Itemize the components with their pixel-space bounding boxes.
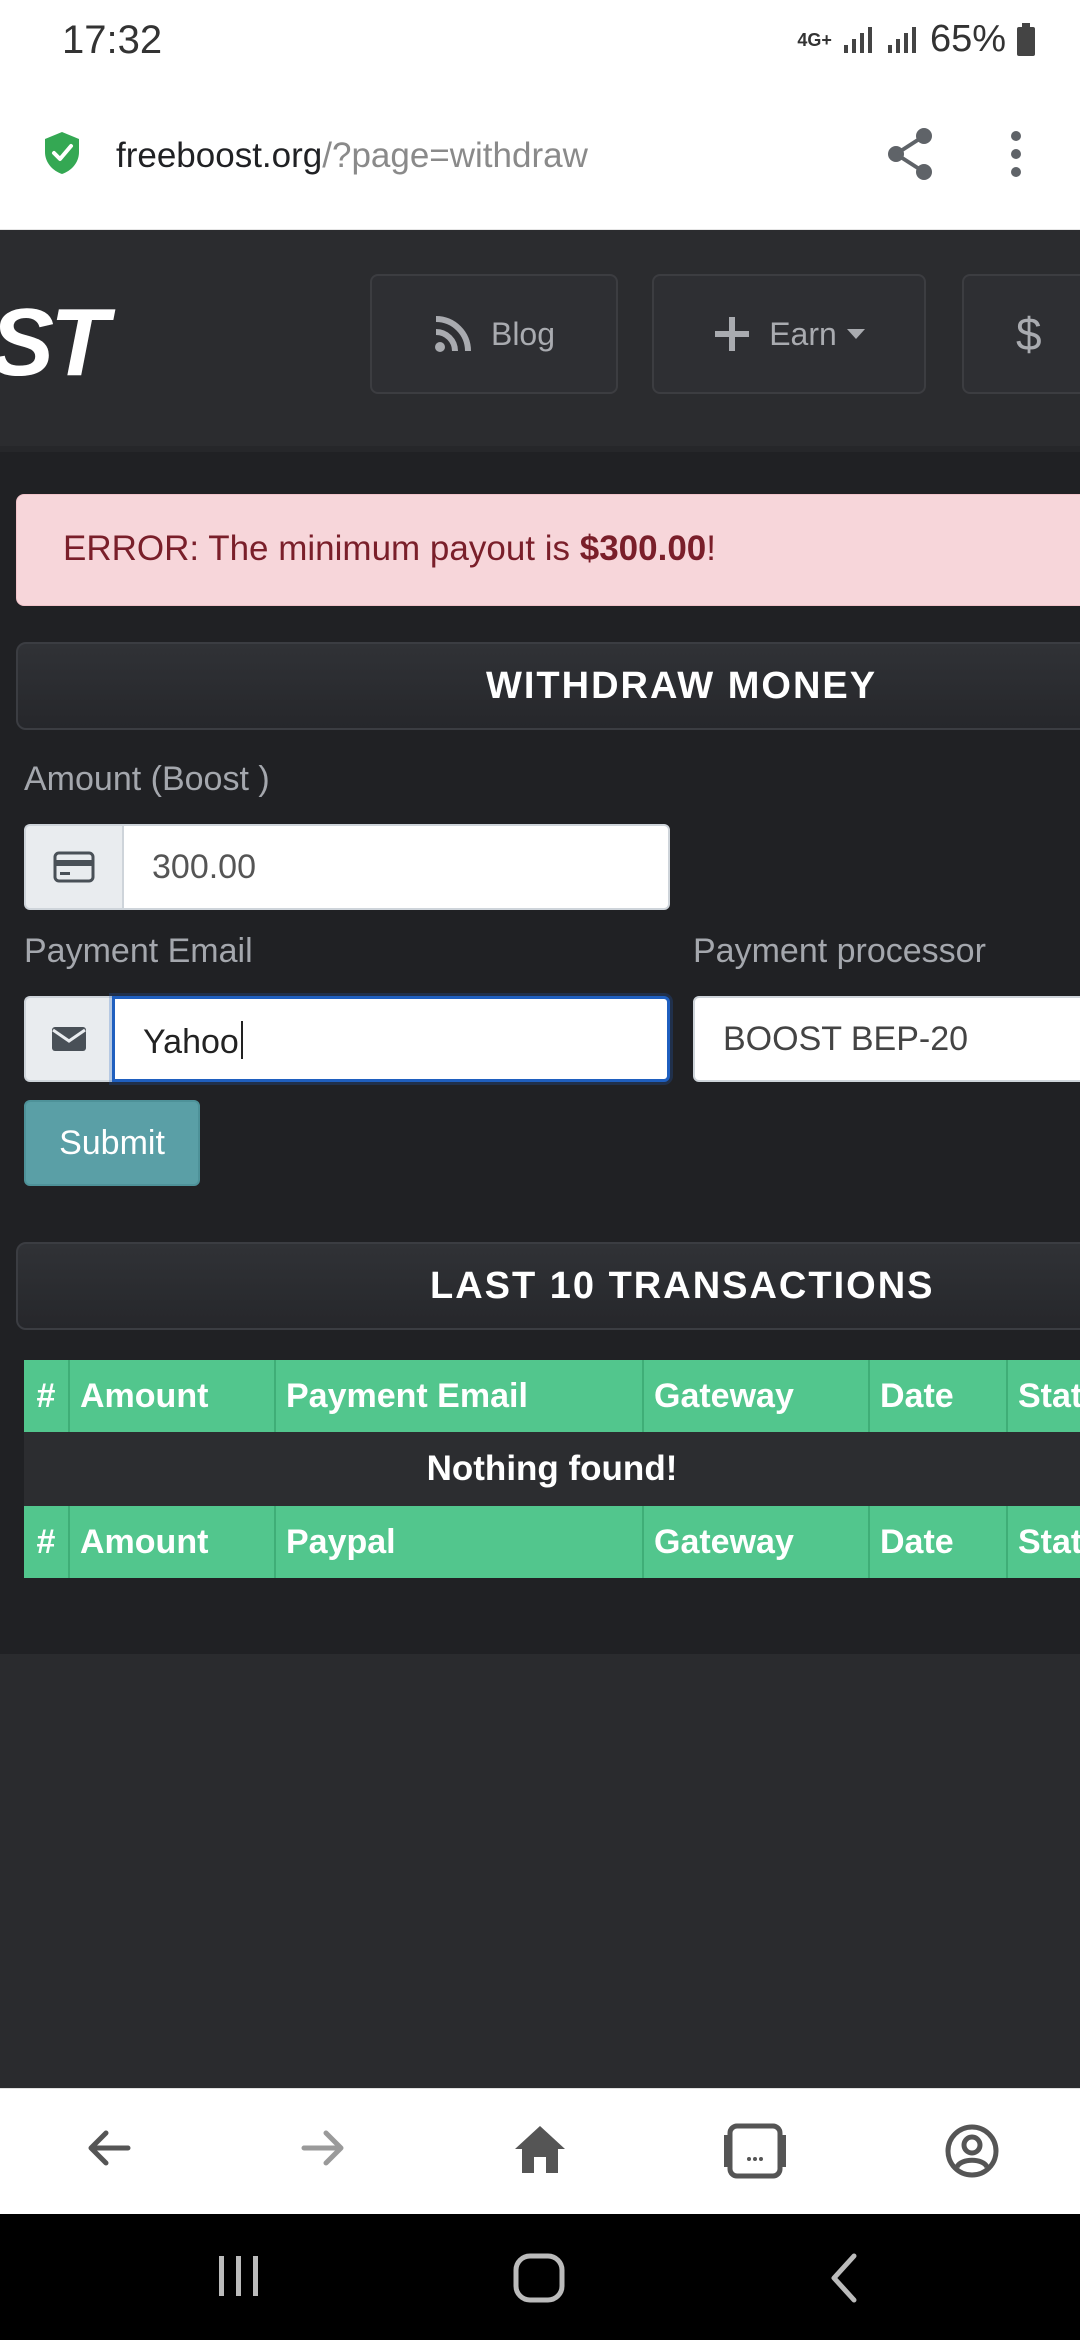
- caret-down-icon: [846, 329, 865, 339]
- tabs-icon[interactable]: [722, 2123, 788, 2179]
- system-nav-bar: [0, 2214, 1080, 2340]
- col-footer-paypal: Paypal: [276, 1506, 644, 1578]
- nav-earn-dropdown[interactable]: Earn: [652, 274, 926, 394]
- home-button-icon[interactable]: [512, 2252, 566, 2304]
- col-header-status: Stat: [1008, 1360, 1080, 1432]
- home-icon[interactable]: [512, 2123, 568, 2175]
- payment-email-label: Payment Email: [24, 932, 253, 970]
- more-vert-icon[interactable]: [1004, 128, 1028, 180]
- envelope-icon: [24, 996, 112, 1082]
- transactions-footer-row: # Amount Paypal Gateway Date Stat: [24, 1506, 1080, 1578]
- credit-card-icon: [24, 824, 122, 910]
- rss-icon: [434, 316, 471, 352]
- amount-input[interactable]: 300.00: [122, 824, 670, 910]
- site-header: ST Blog Earn $: [0, 230, 1080, 452]
- col-header-payment-email: Payment Email: [276, 1360, 644, 1432]
- nav-dollar-label: $: [1016, 308, 1042, 360]
- withdraw-title: WITHDRAW MONEY: [16, 642, 1080, 730]
- col-header-amount: Amount: [70, 1360, 276, 1432]
- nav-blog-button[interactable]: Blog: [370, 274, 618, 394]
- back-button-icon[interactable]: [824, 2252, 864, 2304]
- site-logo[interactable]: ST: [0, 288, 109, 398]
- transactions-title: LAST 10 TRANSACTIONS: [16, 1242, 1080, 1330]
- col-footer-date: Date: [870, 1506, 1008, 1578]
- url-domain: freeboost.org: [116, 136, 323, 175]
- error-alert: ERROR: The minimum payout is $300.00!: [16, 494, 1080, 606]
- col-header-index: #: [24, 1360, 70, 1432]
- back-arrow-icon[interactable]: [84, 2123, 134, 2173]
- payment-email-input[interactable]: Yahoo: [112, 996, 670, 1082]
- email-input-group: Yahoo: [24, 996, 670, 1082]
- alert-prefix: ERROR: The minimum payout is: [63, 529, 580, 568]
- shield-check-icon: [45, 132, 79, 174]
- col-footer-status: Stat: [1008, 1506, 1080, 1578]
- url-path: /?page=withdraw: [322, 136, 588, 175]
- col-header-date: Date: [870, 1360, 1008, 1432]
- browser-bottom-nav: [0, 2088, 1080, 2214]
- col-footer-amount: Amount: [70, 1506, 276, 1578]
- col-footer-index: #: [24, 1506, 70, 1578]
- withdraw-title-text: WITHDRAW MONEY: [486, 664, 878, 707]
- forward-arrow-icon[interactable]: [298, 2123, 348, 2173]
- empty-message-text: Nothing found!: [426, 1449, 678, 1488]
- amount-input-group: 300.00: [24, 824, 670, 910]
- recent-apps-icon[interactable]: [214, 2252, 264, 2300]
- page-footer-area: [0, 1654, 1080, 2088]
- signal-icon-2: [887, 26, 916, 53]
- col-header-gateway: Gateway: [644, 1360, 870, 1432]
- submit-button[interactable]: Submit: [24, 1100, 200, 1186]
- payment-processor-label: Payment processor: [693, 932, 986, 970]
- payment-processor-select[interactable]: BOOST BEP-20: [693, 996, 1080, 1082]
- nav-dollar-button[interactable]: $: [962, 274, 1080, 394]
- network-type: 4G+: [797, 29, 832, 50]
- empty-message: Nothing found!: [24, 1432, 1080, 1506]
- main-content: ERROR: The minimum payout is $300.00! WI…: [0, 458, 1080, 1654]
- url-text[interactable]: freeboost.org/?page=withdraw: [116, 136, 588, 176]
- battery-percent: 65%: [929, 18, 1006, 60]
- transactions-header-row: # Amount Payment Email Gateway Date Stat: [24, 1360, 1080, 1432]
- status-indicators: 4G+ 65%: [797, 18, 1036, 61]
- plus-icon: [715, 317, 750, 351]
- nav-blog-label: Blog: [490, 315, 556, 352]
- nav-earn-label: Earn: [769, 315, 837, 352]
- alert-suffix: !: [706, 529, 716, 568]
- col-footer-gateway: Gateway: [644, 1506, 870, 1578]
- signal-icon: [843, 26, 872, 53]
- transactions-title-text: LAST 10 TRANSACTIONS: [430, 1264, 935, 1307]
- battery-icon: [1017, 22, 1035, 56]
- amount-label: Amount (Boost ): [24, 760, 270, 798]
- alert-amount: $300.00: [579, 529, 707, 568]
- status-time: 17:32: [62, 18, 163, 62]
- status-bar: 17:32 4G+ 65%: [0, 0, 1080, 84]
- share-icon[interactable]: [884, 126, 936, 182]
- account-icon[interactable]: [944, 2123, 1000, 2179]
- browser-url-bar[interactable]: freeboost.org/?page=withdraw: [0, 84, 1080, 230]
